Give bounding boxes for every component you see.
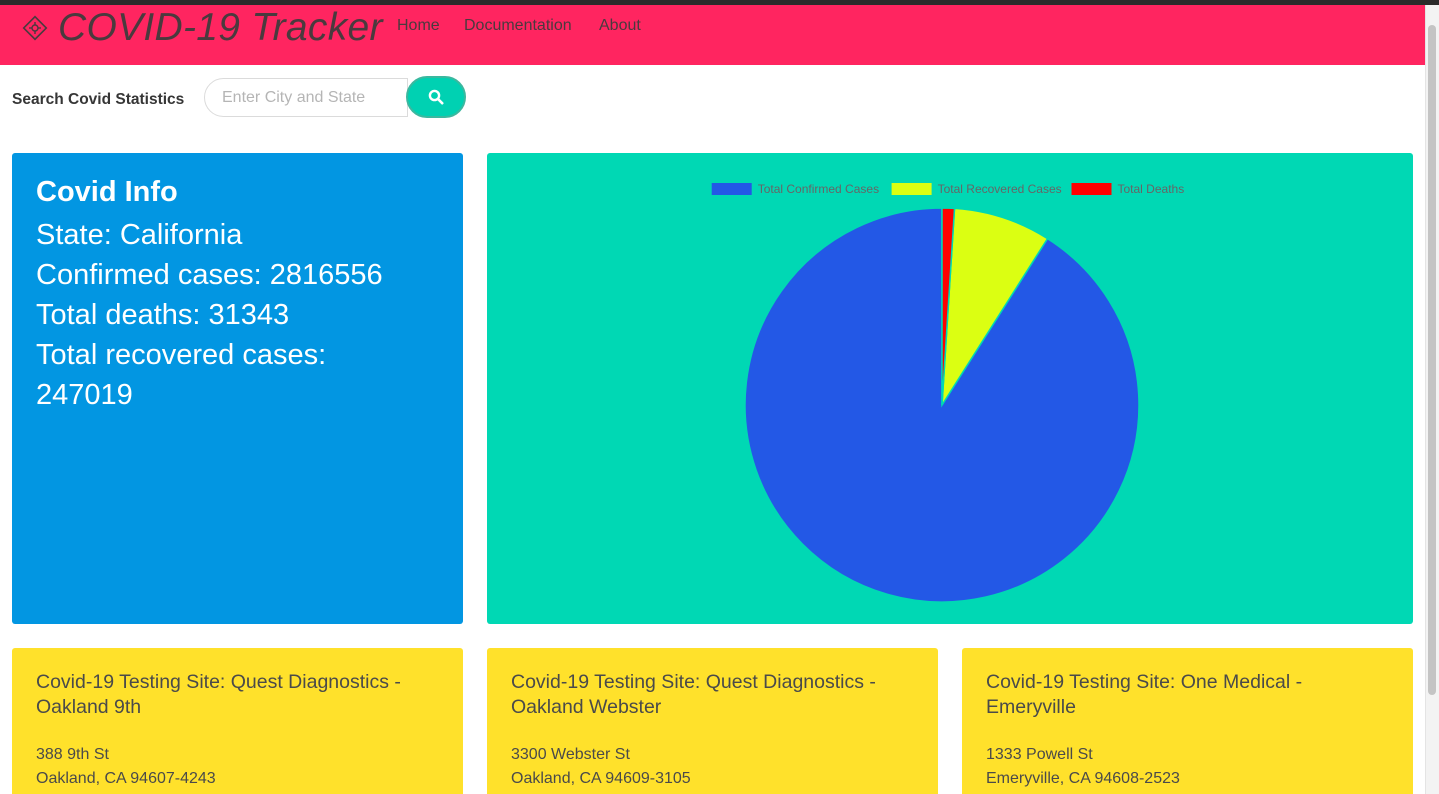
virus-diamond-icon bbox=[22, 15, 48, 40]
covid-info-card: Covid Info State: California Confirmed c… bbox=[12, 153, 463, 624]
recovered-cases-label: Total recovered cases: bbox=[36, 339, 327, 371]
pie-chart: Total Confirmed Cases Total Recovered Cas… bbox=[711, 182, 1185, 603]
recovered-cases-value: 247019 bbox=[36, 379, 133, 411]
nav-home[interactable]: Home bbox=[397, 17, 440, 35]
confirmed-cases-text: Confirmed cases: 2816556 bbox=[36, 259, 383, 291]
chart-card: Total Confirmed Cases Total Recovered Cas… bbox=[487, 153, 1413, 624]
scrollbar-thumb[interactable] bbox=[1428, 25, 1436, 695]
total-deaths-text: Total deaths: 31343 bbox=[36, 299, 290, 331]
legend-label[interactable]: Total Deaths bbox=[1118, 182, 1185, 196]
address-line-2: Oakland, CA 94609-3105 bbox=[511, 770, 691, 787]
search-label: Search Covid Statistics bbox=[12, 91, 185, 108]
search-icon bbox=[428, 89, 444, 105]
address-line-1: 388 9th St bbox=[36, 746, 109, 763]
search-button[interactable] bbox=[406, 76, 466, 118]
testing-site-title: Covid-19 Testing Site: Quest Diagnostics… bbox=[511, 671, 876, 718]
covid-info-title: Covid Info bbox=[36, 176, 178, 208]
page-scrollbar[interactable] bbox=[1425, 5, 1439, 794]
testing-site-title: Covid-19 Testing Site: One Medical - Eme… bbox=[986, 671, 1303, 718]
app-title: COVID-19 Tracker bbox=[58, 5, 383, 49]
nav-documentation[interactable]: Documentation bbox=[464, 17, 572, 35]
testing-site-card: Covid-19 Testing Site: Quest Diagnostics… bbox=[12, 648, 463, 794]
address-line-1: 1333 Powell St bbox=[986, 746, 1093, 763]
navbar: COVID-19 Tracker Home Documentation Abou… bbox=[0, 5, 1425, 65]
address-line-2: Oakland, CA 94607-4243 bbox=[36, 770, 216, 787]
legend-label[interactable]: Total Confirmed Cases bbox=[758, 182, 879, 196]
testing-site-card: Covid-19 Testing Site: Quest Diagnostics… bbox=[487, 648, 938, 794]
legend-label[interactable]: Total Recovered Cases bbox=[938, 182, 1062, 196]
state-text: State: California bbox=[36, 219, 243, 251]
testing-site-address: 1333 Powell St Emeryville, CA 94608-2523 bbox=[986, 743, 1389, 791]
search-input[interactable] bbox=[204, 78, 408, 117]
legend-swatch[interactable] bbox=[891, 183, 932, 195]
testing-site-card: Covid-19 Testing Site: One Medical - Eme… bbox=[962, 648, 1413, 794]
testing-site-address: 388 9th St Oakland, CA 94607-4243 bbox=[36, 743, 439, 791]
testing-site-address: 3300 Webster St Oakland, CA 94609-3105 bbox=[511, 743, 914, 791]
address-line-2: Emeryville, CA 94608-2523 bbox=[986, 770, 1180, 787]
address-line-1: 3300 Webster St bbox=[511, 746, 630, 763]
legend-swatch[interactable] bbox=[711, 183, 752, 195]
brand[interactable]: COVID-19 Tracker bbox=[20, 5, 383, 50]
legend-swatch[interactable] bbox=[1071, 183, 1112, 195]
nav-about[interactable]: About bbox=[599, 17, 641, 35]
testing-site-title: Covid-19 Testing Site: Quest Diagnostics… bbox=[36, 671, 401, 718]
